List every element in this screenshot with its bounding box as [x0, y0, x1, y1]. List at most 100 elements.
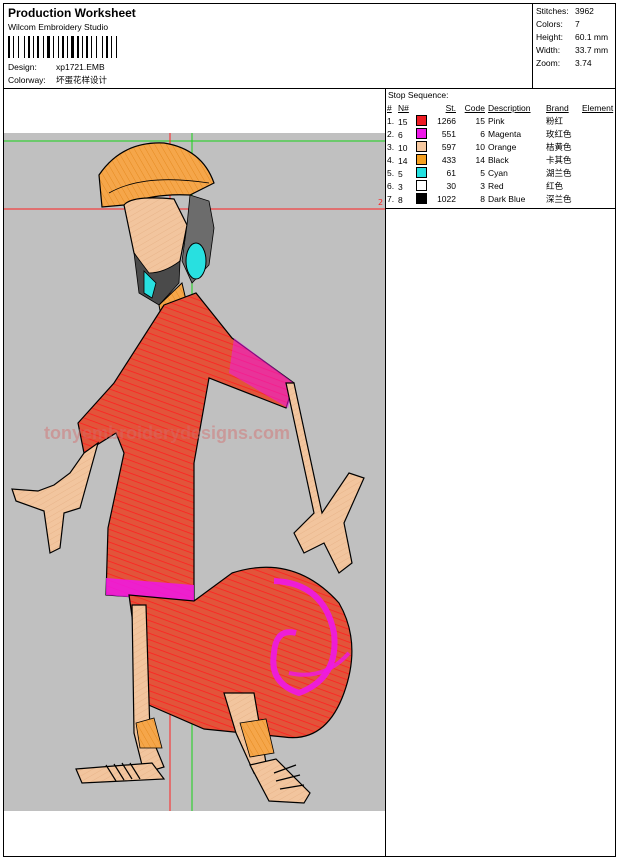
- stop-row: 1. 15 1266 15 Pink 粉红: [387, 114, 613, 127]
- color-swatch: [416, 114, 427, 126]
- stop-code: 14: [475, 154, 485, 165]
- stop-index: 6.: [387, 180, 395, 191]
- stop-code: 15: [475, 115, 485, 126]
- stop-brand: 卡其色: [546, 154, 572, 165]
- embroidery-preview: 2 tonyembroiderydesigns.com: [4, 133, 385, 811]
- stop-description: Cyan: [488, 167, 508, 178]
- stop-code: 3: [480, 180, 485, 191]
- colorway-value: 坏蛋花样设计: [56, 75, 108, 85]
- arm-right: [285, 382, 365, 574]
- stop-element: [582, 153, 613, 166]
- col-element: Element: [582, 102, 614, 113]
- design-preview-pane: 2 tonyembroiderydesigns.com: [4, 89, 386, 856]
- stop-element: [582, 192, 613, 205]
- software-name: Wilcom Embroidery Studio: [8, 22, 109, 32]
- stop-stitch-count: 597: [441, 141, 456, 152]
- color-swatch: [416, 153, 427, 165]
- stop-row: 3. 10 597 10 Orange 桔黄色: [387, 140, 613, 153]
- design-canvas: 2 tonyembroiderydesigns.com: [4, 133, 385, 811]
- stop-sequence-panel: Stop Sequence: # N# St. Code Description…: [386, 89, 615, 209]
- stop-needle: 10: [398, 140, 434, 153]
- stop-index: 3.: [387, 141, 395, 152]
- stop-needle: 14: [398, 153, 434, 166]
- col-index: #: [387, 102, 392, 113]
- arm-left: [11, 441, 100, 554]
- stop-element: [582, 114, 613, 127]
- stop-stitch-count: 30: [446, 180, 456, 191]
- stop-brand: 粉红: [546, 115, 564, 126]
- stop-stitch-count: 1022: [437, 193, 456, 204]
- stop-code: 8: [480, 193, 485, 204]
- design-label: Design:: [8, 62, 37, 72]
- col-stitches: St.: [445, 102, 456, 113]
- stop-needle: 5: [398, 166, 434, 179]
- stop-element: [582, 166, 613, 179]
- stop-needle: 8: [398, 192, 434, 205]
- stop-needle: 3: [398, 179, 434, 192]
- stop-element: [582, 179, 613, 192]
- stop-needle: 15: [398, 114, 434, 127]
- stop-stitch-count: 61: [446, 167, 456, 178]
- stop-stitch-count: 551: [441, 128, 456, 139]
- stop-sequence-table: # N# St. Code Description Brand Element …: [387, 101, 613, 205]
- stop-brand: 红色: [546, 180, 564, 191]
- stop-element: [582, 140, 613, 153]
- stop-row: 2. 6 551 6 Magenta 玫红色: [387, 127, 613, 140]
- stat-height: Height: 60.1 mm: [536, 32, 609, 42]
- stop-stitch-count: 1266: [437, 115, 456, 126]
- stat-zoom: Zoom: 3.74: [536, 58, 592, 68]
- stat-colors: Colors: 7: [536, 19, 580, 29]
- colorway-row: Colorway: 坏蛋花样设计: [8, 74, 107, 86]
- color-swatch: [416, 179, 427, 191]
- stop-element: [582, 127, 613, 140]
- stop-index: 4.: [387, 154, 395, 165]
- col-code: Code: [464, 102, 485, 113]
- watermark-text: tonyembroiderydesigns.com: [44, 423, 290, 443]
- stop-sequence-title: Stop Sequence:: [388, 90, 449, 100]
- foot-right: [249, 758, 311, 804]
- color-swatch: [416, 166, 427, 178]
- barcode: [8, 36, 135, 58]
- design-stats: Stitches: 3962 Colors: 7 Height: 60.1 mm Wi…: [532, 4, 616, 88]
- stop-description: Red: [488, 180, 504, 191]
- worksheet-header: Production Worksheet Wilcom Embroidery S…: [4, 4, 615, 89]
- stop-brand: 深兰色: [546, 193, 572, 204]
- stop-stitch-count: 433: [441, 154, 456, 165]
- worksheet-title: Production Worksheet: [8, 6, 136, 20]
- stop-index: 1.: [387, 115, 395, 126]
- design-filename: xp1721.EMB: [56, 62, 105, 72]
- stop-index: 5.: [387, 167, 395, 178]
- stop-row: 7. 8 1022 8 Dark Blue 深兰色: [387, 192, 613, 205]
- stop-description: Dark Blue: [488, 193, 526, 204]
- color-swatch: [416, 127, 427, 139]
- stop-brand: 湖兰色: [546, 167, 572, 178]
- stop-index: 7.: [387, 193, 395, 204]
- stop-row: 5. 5 61 5 Cyan 湖兰色: [387, 166, 613, 179]
- stop-brand: 桔黄色: [546, 141, 572, 152]
- design-row: Design: xp1721.EMB: [8, 62, 105, 72]
- stat-stitches: Stitches: 3962: [536, 6, 594, 16]
- stop-description: Orange: [488, 141, 517, 152]
- col-brand: Brand: [546, 102, 569, 113]
- col-description: Description: [488, 102, 531, 113]
- stop-description: Magenta: [488, 128, 522, 139]
- worksheet: Production Worksheet Wilcom Embroidery S…: [3, 3, 616, 857]
- stop-code: 10: [475, 141, 485, 152]
- colorway-label: Colorway:: [8, 75, 46, 85]
- tunic: [77, 292, 295, 602]
- stop-row: 4. 14 433 14 Black 卡其色: [387, 153, 613, 166]
- stop-description: Black: [488, 154, 509, 165]
- stop-brand: 玫红色: [546, 128, 572, 139]
- color-swatch: [416, 192, 427, 204]
- stop-description: Pink: [488, 115, 505, 126]
- stop-code: 5: [480, 167, 485, 178]
- stop-row: 6. 3 30 3 Red 红色: [387, 179, 613, 192]
- stat-width: Width: 33.7 mm: [536, 45, 609, 55]
- stop-needle: 6: [398, 127, 434, 140]
- stop-code: 6: [480, 128, 485, 139]
- guide-marker: 2: [378, 198, 383, 207]
- earring: [185, 242, 207, 280]
- color-swatch: [416, 140, 427, 152]
- col-needle: N#: [398, 102, 409, 113]
- stop-index: 2.: [387, 128, 395, 139]
